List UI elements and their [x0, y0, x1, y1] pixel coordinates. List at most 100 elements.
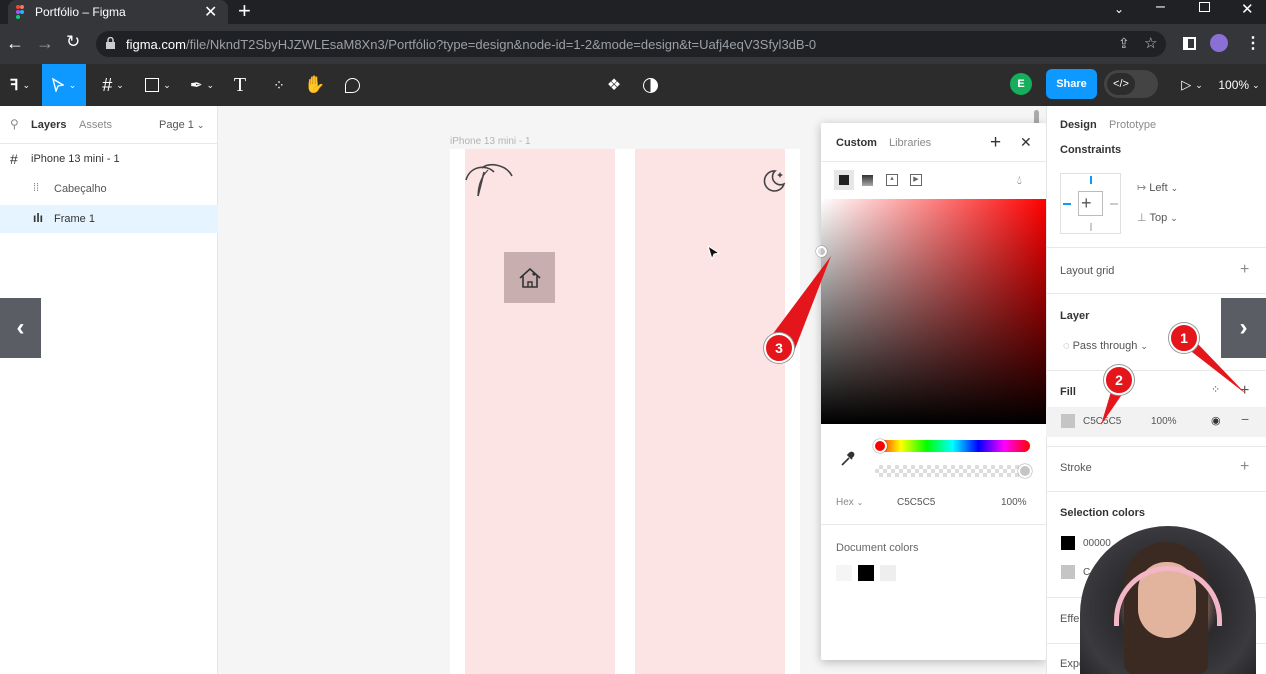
tab-assets[interactable]: Assets — [79, 119, 112, 131]
opacity-slider-handle[interactable] — [1018, 464, 1032, 478]
horizontal-constraint-dropdown[interactable]: ↦ Left ⌄ — [1137, 181, 1178, 194]
saturation-brightness-area[interactable] — [821, 199, 1046, 424]
hue-slider[interactable] — [875, 440, 1030, 452]
hand-icon: ✋ — [304, 75, 326, 94]
color-picker-handle[interactable] — [816, 246, 827, 257]
move-tool-button[interactable]: ⌄ — [42, 64, 86, 106]
constraints-widget[interactable]: + — [1060, 173, 1121, 234]
shape-tool-button[interactable]: ⌄ — [140, 64, 176, 106]
tab-prototype[interactable]: Prototype — [1109, 119, 1156, 131]
share-page-icon[interactable]: ⇪ — [1118, 35, 1130, 52]
tab-custom[interactable]: Custom — [836, 137, 877, 149]
contrast-toggle-button[interactable] — [638, 64, 662, 106]
avatar-letter: E — [1017, 78, 1025, 90]
chevron-down-icon: ⌄ — [196, 120, 205, 130]
share-button[interactable]: Share — [1046, 69, 1097, 99]
comment-tool-button[interactable] — [340, 64, 364, 106]
document-color-swatch[interactable] — [880, 565, 896, 581]
constraint-bottom-line-icon — [1090, 223, 1092, 231]
back-icon[interactable]: ← — [6, 33, 24, 54]
next-slide-button[interactable]: › — [1221, 298, 1266, 358]
hue-slider-handle[interactable] — [873, 439, 887, 453]
previous-slide-button[interactable]: ‹ — [0, 298, 41, 358]
document-color-swatch[interactable] — [836, 565, 852, 581]
remove-fill-icon[interactable]: − — [1241, 411, 1249, 427]
fill-visibility-eye-icon[interactable]: ◉ — [1211, 414, 1221, 427]
blend-mode-dropdown[interactable]: ◌ Pass through ⌄ — [1063, 340, 1148, 352]
close-tab-icon[interactable]: ✕ — [204, 2, 217, 22]
video-fill-icon[interactable]: ▶ — [910, 174, 922, 186]
selection-color-swatch[interactable] — [1061, 565, 1075, 579]
eyedropper-icon[interactable] — [840, 450, 855, 467]
add-fill-icon[interactable]: + — [1240, 383, 1249, 399]
pink-column-left[interactable] — [465, 149, 615, 674]
rectangle-icon — [145, 78, 160, 92]
figma-logo-icon: ꟻ — [9, 77, 19, 94]
new-tab-icon[interactable]: + — [238, 0, 251, 24]
fill-hex-input[interactable]: C5C5C5 — [1083, 416, 1121, 427]
vertical-arrows-icon: ⊥ — [1137, 212, 1150, 224]
browser-tab[interactable]: Portfólio – Figma ✕ — [8, 0, 228, 24]
page-selector[interactable]: Page 1 ⌄ — [159, 119, 204, 131]
constraints-label: Constraints — [1060, 144, 1122, 156]
opacity-value-input[interactable]: 100% — [1001, 497, 1027, 508]
text-tool-button[interactable]: T — [228, 64, 252, 106]
fill-opacity-input[interactable]: 100% — [1151, 416, 1177, 427]
frame-label[interactable]: iPhone 13 mini - 1 — [450, 136, 531, 147]
browser-menu-icon[interactable]: ⋮ — [1245, 33, 1261, 53]
add-style-icon[interactable]: + — [990, 132, 1001, 154]
tab-search-icon[interactable]: ⌄ — [1114, 2, 1124, 16]
style-grid-icon[interactable]: ⁘ — [1211, 383, 1220, 396]
gradient-fill-icon[interactable] — [862, 175, 873, 186]
resources-button[interactable]: ⁘ — [266, 64, 292, 106]
present-button[interactable]: ▷ ⌄ — [1176, 64, 1208, 106]
dev-mode-toggle[interactable]: </> — [1104, 70, 1158, 98]
pen-tool-button[interactable]: ✒ ⌄ — [184, 64, 220, 106]
opacity-slider[interactable] — [875, 465, 1030, 477]
blend-mode-value: Pass through — [1072, 340, 1138, 352]
close-icon[interactable]: ✕ — [1020, 134, 1032, 151]
pink-column-right[interactable] — [635, 149, 785, 674]
restore-icon[interactable] — [1199, 2, 1210, 12]
main-menu-button[interactable]: ꟻ ⌄ — [0, 64, 40, 106]
color-format-dropdown[interactable]: Hex ⌄ — [836, 497, 864, 508]
profile-avatar-icon[interactable] — [1210, 34, 1228, 52]
constraint-cross-icon: + — [1081, 193, 1092, 213]
color-format-label: Hex — [836, 497, 854, 508]
reload-icon[interactable]: ↻ — [66, 32, 80, 52]
close-window-icon[interactable]: ✕ — [1241, 0, 1254, 18]
blend-drop-icon[interactable]: 💧︎ — [1017, 173, 1022, 188]
section-divider — [1046, 491, 1266, 492]
components-button[interactable]: ❖ — [602, 64, 626, 106]
code-brackets-icon: </> — [1107, 73, 1135, 95]
zoom-button[interactable]: 100% ⌄ — [1216, 64, 1262, 106]
selection-color-hex[interactable]: 00000 — [1083, 538, 1111, 549]
layer-row[interactable]: ⁞⁞ Cabeçalho — [0, 177, 218, 203]
hand-tool-button[interactable]: ✋ — [302, 64, 328, 106]
search-icon[interactable]: ⚲ — [10, 117, 19, 131]
fill-color-swatch[interactable] — [1061, 414, 1075, 428]
home-button[interactable] — [504, 252, 555, 303]
fill-type-solid-button[interactable] — [834, 170, 854, 190]
side-panel-icon[interactable] — [1183, 37, 1196, 50]
hex-value-input[interactable]: C5C5C5 — [897, 497, 935, 508]
user-avatar[interactable]: E — [1010, 73, 1032, 95]
frame-tool-button[interactable]: # ⌄ — [92, 64, 134, 106]
annotation-number: 1 — [1180, 330, 1188, 346]
bookmark-star-icon[interactable]: ☆ — [1144, 34, 1157, 52]
minimize-icon[interactable]: – — [1156, 0, 1165, 16]
tab-layers[interactable]: Layers — [31, 119, 66, 131]
forward-icon[interactable]: → — [36, 33, 54, 54]
component-diamond-icon: ❖ — [606, 77, 622, 94]
document-color-swatch[interactable] — [858, 565, 874, 581]
add-stroke-icon[interactable]: + — [1240, 459, 1249, 475]
tab-libraries[interactable]: Libraries — [889, 137, 931, 149]
vertical-constraint-dropdown[interactable]: ⊥ Top ⌄ — [1137, 211, 1178, 224]
url-field[interactable]: figma.com /file/NkndT2SbyHJZWLEsaM8Xn3/P… — [96, 31, 1166, 57]
tab-design[interactable]: Design — [1060, 119, 1097, 131]
selection-color-swatch[interactable] — [1061, 536, 1075, 550]
layer-row-selected[interactable]: ılı Frame 1 — [0, 205, 218, 233]
image-fill-icon[interactable]: ▴ — [886, 174, 898, 186]
layer-row[interactable]: # iPhone 13 mini - 1 — [0, 147, 218, 173]
add-layout-grid-icon[interactable]: + — [1240, 262, 1249, 278]
